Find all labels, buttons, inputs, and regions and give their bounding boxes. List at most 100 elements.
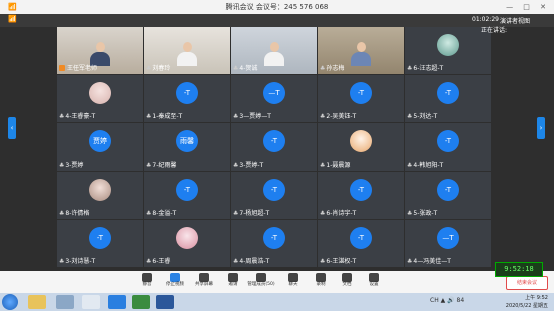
toolbar-icon <box>316 273 326 282</box>
participant-name-text: 孙志梅 <box>326 65 345 73</box>
participant-tile[interactable]: -T ♣1-秦成至-T <box>144 75 230 123</box>
participant-avatar: 贾婷 <box>89 130 111 153</box>
participant-name-text: 刘春玲 <box>152 65 171 73</box>
participant-tile[interactable]: -T ♣6-肖诗宇-T <box>318 171 404 219</box>
toolbar-icon <box>369 273 379 282</box>
participant-name-text: 4-贺诚 <box>239 65 258 73</box>
speaking-indicator: 正在讲话: <box>481 27 508 34</box>
excel-taskbar-icon[interactable] <box>132 295 150 309</box>
mic-muted-icon: ♣ <box>146 209 152 217</box>
toolbar-button[interactable]: 聊天 <box>282 272 304 292</box>
mic-muted-icon: ♣ <box>59 161 65 169</box>
participant-name-text: 5-张政-T <box>413 209 438 217</box>
participant-name-text: 2-吴美钰-T <box>326 113 357 121</box>
participant-name: ♣1-聂晨源 <box>320 162 350 170</box>
participant-name-text: 7-纪雨馨 <box>152 161 177 169</box>
participant-video <box>264 42 284 67</box>
mic-muted-icon: ♣ <box>407 161 413 169</box>
participant-name-text: 6-汪志超-T <box>413 65 444 73</box>
participant-tile[interactable]: -T ♣3-贾婷-T <box>231 123 317 171</box>
signal-icon: 📶 <box>8 3 17 11</box>
participant-tile[interactable]: ♣8-许倩格 <box>57 171 143 219</box>
participant-tile[interactable]: ♣4-贺诚 <box>231 27 317 75</box>
participant-name: ♣刘春玲 <box>146 65 170 73</box>
prev-page-button[interactable]: ‹ <box>8 117 16 139</box>
system-tray[interactable]: CH ▲ 🔊 84 <box>430 297 464 304</box>
participant-tile[interactable]: -T ♣6-王湛权-T <box>318 219 404 267</box>
mic-muted-icon: ♣ <box>320 113 326 121</box>
participant-tile[interactable]: 王任军老师 <box>57 27 143 75</box>
participant-name: ♣4-王睿豪-T <box>59 113 95 121</box>
participant-avatar <box>350 130 372 153</box>
toolbar-button[interactable]: 录制 <box>310 272 332 292</box>
participant-name: ♣3-贾婷 <box>59 162 83 170</box>
participant-tile[interactable]: —T ♣3—贾婷—T <box>231 75 317 123</box>
mic-muted-icon: ♣ <box>407 113 413 121</box>
participant-avatar: -T <box>350 226 372 249</box>
participant-tile[interactable]: -T ♣4-韩旭阳-T <box>405 123 491 171</box>
participant-tile[interactable]: ♣6-王睿 <box>144 219 230 267</box>
participant-tile[interactable]: ♣1-聂晨源 <box>318 123 404 171</box>
mic-muted-icon: ♣ <box>407 209 413 217</box>
participant-name: ♣6-肖诗宇-T <box>320 210 356 218</box>
word-taskbar-icon[interactable] <box>156 295 174 309</box>
participant-tile[interactable]: -T ♣5-刘达-T <box>405 75 491 123</box>
participant-name: ♣6-汪志超-T <box>407 65 443 73</box>
participant-tile[interactable]: -T ♣7-杨旭超-T <box>231 171 317 219</box>
participant-name-text: 3-刘诗慧-T <box>65 257 96 265</box>
network-signal-icon: 📶 <box>8 15 17 23</box>
window-titlebar: 📶 腾讯会议 会议号：245 576 068 — □ ✕ <box>0 0 554 14</box>
participant-name: ♣1-秦成至-T <box>146 113 182 121</box>
toolbar-button[interactable]: 邀请 <box>222 272 244 292</box>
toolbar-button[interactable]: 设置 <box>363 272 385 292</box>
participant-name: ♣4-周晨浩-T <box>233 258 269 266</box>
toolbar-button[interactable]: 静音 <box>136 272 158 292</box>
participant-tile[interactable]: -T ♣3-刘诗慧-T <box>57 219 143 267</box>
participant-tile[interactable]: 贾婷 ♣3-贾婷 <box>57 123 143 171</box>
mic-muted-icon: ♣ <box>320 65 326 73</box>
start-button-icon[interactable] <box>2 294 18 310</box>
participant-tile[interactable]: ♣6-汪志超-T <box>405 27 491 75</box>
participant-avatar: 雨馨 <box>176 130 198 153</box>
participant-name-text: 4-王睿豪-T <box>65 113 96 121</box>
participant-name: ♣6-王湛权-T <box>320 258 356 266</box>
taskbar-clock: 上午 9:52 2020/5/22 星期五 <box>470 294 548 310</box>
mic-muted-icon: ♣ <box>407 257 413 265</box>
toolbar-button[interactable]: 停止视频 <box>164 272 186 292</box>
participant-avatar: -T <box>350 82 372 105</box>
window-controls[interactable]: — □ ✕ <box>506 0 550 14</box>
meeting-app-taskbar-icon[interactable] <box>108 295 126 309</box>
view-mode-button[interactable]: 演讲者视图 <box>500 16 530 25</box>
media-taskbar-icon[interactable] <box>56 295 74 309</box>
participant-tile[interactable]: ♣刘春玲 <box>144 27 230 75</box>
toolbar-button[interactable]: 文档 <box>336 272 358 292</box>
participant-name: ♣5-张政-T <box>407 210 437 218</box>
participant-tile[interactable]: ♣4-王睿豪-T <box>57 75 143 123</box>
participant-tile[interactable]: -T ♣4-周晨浩-T <box>231 219 317 267</box>
participant-avatar: -T <box>176 82 198 105</box>
next-page-button[interactable]: › <box>537 117 545 139</box>
participant-name: ♣5-刘达-T <box>407 113 437 121</box>
participant-tile[interactable]: -T ♣5-张政-T <box>405 171 491 219</box>
toolbar-button[interactable]: 管理成员(50) <box>247 272 275 292</box>
mic-muted-icon: ♣ <box>59 113 65 121</box>
participant-tile[interactable]: —T ♣4—冯美佳—T <box>405 219 491 267</box>
explorer-taskbar-icon[interactable] <box>28 295 46 309</box>
participant-tile[interactable]: -T ♣8-金溢-T <box>144 171 230 219</box>
participant-avatar <box>89 82 111 105</box>
end-meeting-button[interactable]: 结束会议 <box>506 276 548 290</box>
toolbar-button[interactable]: 共享屏幕 <box>193 272 215 292</box>
participant-video <box>177 42 197 67</box>
participant-tile[interactable]: -T ♣2-吴美钰-T <box>318 75 404 123</box>
toolbar-icon <box>142 273 152 282</box>
participant-avatar: -T <box>437 178 459 201</box>
participant-tile[interactable]: 雨馨 ♣7-纪雨馨 <box>144 123 230 171</box>
host-badge-icon <box>59 65 65 72</box>
participant-video <box>90 42 110 67</box>
participant-name: ♣2-吴美钰-T <box>320 113 356 121</box>
participant-tile[interactable]: ♣孙志梅 <box>318 27 404 75</box>
mic-muted-icon: ♣ <box>320 257 326 265</box>
browser-taskbar-icon[interactable] <box>82 295 100 309</box>
window-title: 腾讯会议 会议号：245 576 068 <box>225 3 329 11</box>
mic-muted-icon: ♣ <box>146 65 152 73</box>
